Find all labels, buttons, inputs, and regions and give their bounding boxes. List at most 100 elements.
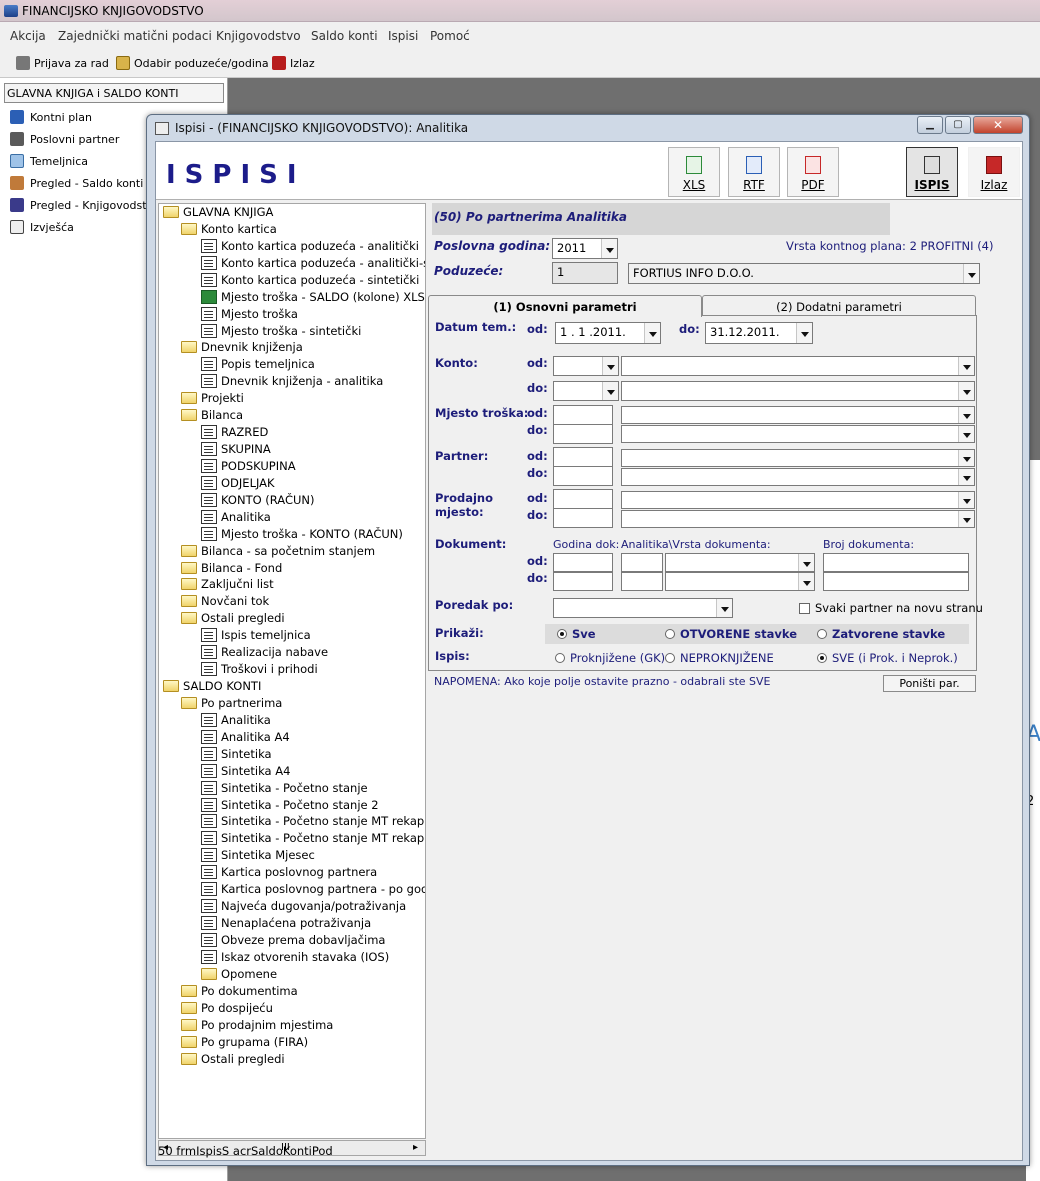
tree-node[interactable]: Nenaplaćena potraživanja [201, 916, 371, 931]
tree-node[interactable]: Sintetika - Početno stanje [201, 780, 368, 795]
tree-node[interactable]: Mjesto troška - KONTO (RAČUN) [201, 526, 403, 541]
pdf-button[interactable]: PDF [787, 147, 839, 197]
xls-button[interactable]: XLS [668, 147, 720, 197]
tree-node[interactable]: Po prodajnim mjestima [181, 1018, 333, 1032]
tree-node[interactable]: Ostali pregledi [181, 1052, 285, 1066]
tree-node[interactable]: Troškovi i prihodi [201, 662, 318, 677]
tree-node[interactable]: Bilanca - Fond [181, 561, 282, 575]
login-button[interactable]: Prijava za rad [16, 56, 109, 70]
radio-proknjizene[interactable]: Proknjižene (GK) [555, 651, 665, 665]
ispis-button[interactable]: ISPIS [906, 147, 958, 197]
tree-node[interactable]: Sintetika Mjesec [201, 848, 315, 863]
menu-ispisi[interactable]: Ispisi [388, 29, 418, 43]
broj-dok-to[interactable] [823, 572, 969, 591]
tree-node[interactable]: Bilanca [181, 408, 243, 422]
tab-dodatni[interactable]: (2) Dodatni parametri [702, 295, 976, 317]
tree-node[interactable]: GLAVNA KNJIGA [163, 205, 273, 219]
radio-neproknjizene[interactable]: NEPROKNJIŽENE [665, 651, 774, 665]
tree-node[interactable]: Po partnerima [181, 696, 282, 710]
company-select[interactable]: FORTIUS INFO D.O.O. [628, 263, 980, 284]
tree-node[interactable]: RAZRED [201, 425, 268, 440]
menu-saldo-konti[interactable]: Saldo konti [311, 29, 378, 43]
mjesto-from-select[interactable] [621, 406, 975, 424]
tree-node[interactable]: Novčani tok [181, 594, 269, 608]
analitika-from[interactable] [621, 553, 663, 572]
tree-node[interactable]: Obveze prema dobavljačima [201, 932, 385, 947]
tree-node[interactable]: Ostali pregledi [181, 611, 285, 625]
radio-zatvorene[interactable]: Zatvorene stavke [817, 627, 945, 641]
mjesto-from-code[interactable] [553, 405, 613, 425]
year-select[interactable]: 2011 [552, 238, 618, 259]
konto-to-select[interactable] [621, 381, 975, 401]
prodajno-from-code[interactable] [553, 489, 613, 509]
tree-node[interactable]: Dnevnik knjiženja [181, 340, 303, 354]
tree-node[interactable]: Iskaz otvorenih stavaka (IOS) [201, 949, 389, 964]
tree-node[interactable]: Dnevnik knjiženja - analitika [201, 374, 383, 389]
nav-poslovni-partner[interactable]: Poslovni partner [10, 132, 119, 146]
menu-pomoc[interactable]: Pomoć [430, 29, 470, 43]
tree-node[interactable]: Po grupama (FIRA) [181, 1035, 308, 1049]
menu-knjigovodstvo[interactable]: Knjigovodstvo [216, 29, 301, 43]
mjesto-to-code[interactable] [553, 424, 613, 444]
tree-node[interactable]: Opomene [201, 967, 277, 981]
tree-node[interactable]: Kartica poslovnog partnera [201, 865, 377, 880]
close-button[interactable]: ✕ [973, 116, 1023, 134]
tree-node[interactable]: Po dokumentima [181, 984, 298, 998]
tree-node[interactable]: Ispis temeljnica [201, 628, 311, 643]
tree-node[interactable]: Sintetika [201, 746, 272, 761]
tree-node[interactable]: SKUPINA [201, 442, 271, 457]
mjesto-to-select[interactable] [621, 425, 975, 443]
minimize-button[interactable]: ▁ [917, 116, 943, 134]
tree-node[interactable]: Projekti [181, 391, 244, 405]
tree-node[interactable]: Realizacija nabave [201, 645, 328, 660]
prodajno-from-select[interactable] [621, 491, 975, 509]
tree-node[interactable]: Mjesto troška - SALDO (kolone) XLS [201, 289, 425, 304]
konto-to-code[interactable] [553, 381, 619, 401]
broj-dok-from[interactable] [823, 553, 969, 572]
rtf-button[interactable]: RTF [728, 147, 780, 197]
reset-button[interactable]: Poništi par. [883, 675, 976, 692]
nav-pregled-saldo[interactable]: Pregled - Saldo konti [10, 176, 143, 190]
partner-to-code[interactable] [553, 466, 613, 486]
tree-node[interactable]: Analitika A4 [201, 729, 290, 744]
tab-osnovni[interactable]: (1) Osnovni parametri [428, 295, 702, 317]
nav-pregled-knjig[interactable]: Pregled - Knjigovodstv [10, 198, 153, 212]
tree-node[interactable]: Bilanca - sa početnim stanjem [181, 544, 375, 558]
konto-from-code[interactable] [553, 356, 619, 376]
menu-zajednicki[interactable]: Zajednički matični podaci [58, 29, 212, 43]
konto-from-select[interactable] [621, 356, 975, 376]
tree-node[interactable]: Kartica poslovnog partnera - po godinama [201, 882, 425, 897]
tree-node[interactable]: Zaključni list [181, 577, 274, 591]
tree-node[interactable]: Sintetika A4 [201, 763, 290, 778]
poredak-select[interactable] [553, 598, 733, 618]
tree-node[interactable]: KONTO (RAČUN) [201, 492, 315, 507]
tree-node[interactable]: Najveća dugovanja/potraživanja [201, 899, 406, 914]
tree-node[interactable]: Sintetika - Početno stanje MT rekap. [201, 814, 425, 829]
nav-kontni-plan[interactable]: Kontni plan [10, 110, 92, 124]
maximize-button[interactable]: ▢ [945, 116, 971, 134]
tree-node[interactable]: Konto kartica poduzeća - analitički [201, 238, 419, 253]
tree-node[interactable]: Analitika [201, 712, 271, 727]
tree-node[interactable]: Popis temeljnica [201, 357, 315, 372]
select-company-button[interactable]: Odabir poduzeće/godina [116, 56, 269, 70]
svaki-partner-checkbox[interactable]: Svaki partner na novu stranu [799, 601, 983, 615]
prodajno-to-select[interactable] [621, 510, 975, 528]
partner-from-code[interactable] [553, 447, 613, 467]
nav-izvjesca[interactable]: Izvješća [10, 220, 74, 234]
tree-node[interactable]: SALDO KONTI [163, 679, 261, 693]
vrsta-dok-to-select[interactable] [665, 572, 815, 591]
date-from-picker[interactable]: 1 . 1 .2011. [555, 322, 661, 344]
nav-temeljnica[interactable]: Temeljnica [10, 154, 88, 168]
godina-dok-to[interactable] [553, 572, 613, 591]
radio-sve[interactable]: Sve [557, 627, 596, 641]
tree-node[interactable]: Konto kartica poduzeća - sintetički [201, 272, 419, 287]
tree-node[interactable]: Sintetika - Početno stanje 2 [201, 797, 379, 812]
tree-node[interactable]: Konto kartica [181, 222, 277, 236]
tree-node[interactable]: Konto kartica poduzeća - analitički-sald… [201, 255, 425, 270]
vrsta-dok-from-select[interactable] [665, 553, 815, 572]
tree-node[interactable]: Analitika [201, 509, 271, 524]
tree-node[interactable]: Sintetika - Početno stanje MT rekap. 2 [201, 831, 425, 846]
analitika-to[interactable] [621, 572, 663, 591]
tree-node[interactable]: Po dospijeću [181, 1001, 273, 1015]
godina-dok-from[interactable] [553, 553, 613, 572]
